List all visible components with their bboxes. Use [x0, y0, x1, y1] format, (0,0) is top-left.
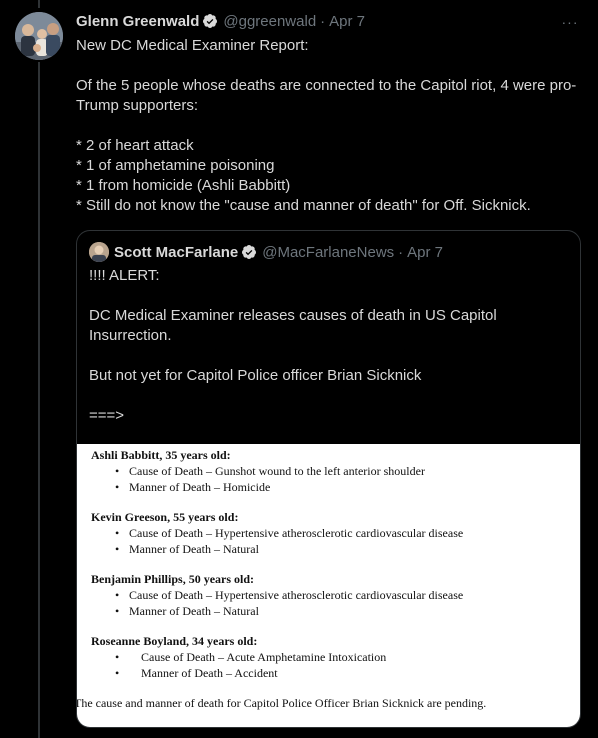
- quoted-tweet[interactable]: Scott MacFarlane @MacFarlaneNews · Apr 7…: [76, 230, 581, 728]
- verified-badge-icon: [241, 244, 257, 260]
- document-bullet: • Manner of Death – Homicide: [115, 480, 271, 494]
- document-bullet: • Cause of Death – Acute Amphetamine Into…: [115, 650, 387, 664]
- tweet-date[interactable]: Apr 7: [329, 13, 365, 30]
- quoted-author-handle: @MacFarlaneNews: [262, 243, 395, 261]
- document-bullet: • Cause of Death – Gunshot wound to the l…: [115, 464, 425, 478]
- tweet-header: Glenn Greenwald @ggreenwald · Apr 7: [76, 11, 582, 31]
- quoted-author-avatar: [89, 242, 109, 262]
- quoted-tweet-line: DC Medical Examiner releases causes of d…: [89, 307, 497, 344]
- document-bullet: • Cause of Death – Hypertensive atheroscl…: [115, 588, 464, 602]
- document-person-header: Kevin Greeson, 55 years old:: [91, 510, 239, 524]
- author-name[interactable]: Glenn Greenwald: [76, 13, 199, 30]
- tweet-line: Of the 5 people whose deaths are connect…: [76, 77, 577, 114]
- quoted-tweet-header: Scott MacFarlane @MacFarlaneNews · Apr 7: [89, 242, 568, 262]
- document-person-header: Benjamin Phillips, 50 years old:: [91, 572, 255, 586]
- thread-line-top: [38, 0, 40, 8]
- verified-badge-icon: [202, 13, 218, 29]
- document-bullet: • Manner of Death – Accident: [115, 666, 278, 680]
- thread-line: [38, 62, 40, 738]
- author-handle[interactable]: @ggreenwald: [223, 13, 316, 30]
- document-footer-note: The cause and manner of death for Capito…: [76, 696, 487, 710]
- more-options-icon[interactable]: ···: [558, 10, 582, 34]
- tweet-line: New DC Medical Examiner Report:: [76, 37, 309, 54]
- document-bullet: • Cause of Death – Hypertensive atheroscl…: [115, 526, 464, 540]
- tweet-bullet: * 2 of heart attack: [76, 137, 194, 154]
- tweet-body: New DC Medical Examiner Report: Of the 5…: [76, 36, 582, 216]
- quoted-tweet-line: ===>: [89, 407, 125, 424]
- separator-dot: ·: [398, 243, 404, 261]
- tweet-bullet: * Still do not know the "cause and manne…: [76, 197, 531, 214]
- tweet-bullet: * 1 from homicide (Ashli Babbitt): [76, 177, 291, 194]
- attached-document-image[interactable]: Ashli Babbitt, 35 years old: • Cause of D…: [77, 444, 580, 727]
- document-person-header: Ashli Babbitt, 35 years old:: [91, 448, 231, 462]
- quoted-tweet-line: !!!! ALERT:: [89, 267, 160, 284]
- tweet-bullet: * 1 of amphetamine poisoning: [76, 157, 275, 174]
- separator-dot: ·: [320, 12, 326, 30]
- quoted-tweet-body: !!!! ALERT: DC Medical Examiner releases…: [89, 266, 567, 426]
- document-person-header: Roseanne Boyland, 34 years old:: [91, 634, 258, 648]
- document-bullet: • Manner of Death – Natural: [115, 542, 259, 556]
- quoted-tweet-line: But not yet for Capitol Police officer B…: [89, 367, 422, 384]
- quoted-author-name: Scott MacFarlane: [114, 243, 239, 261]
- document-bullet: • Manner of Death – Natural: [115, 604, 259, 618]
- quoted-tweet-date: Apr 7: [407, 243, 444, 261]
- author-avatar[interactable]: [15, 12, 63, 60]
